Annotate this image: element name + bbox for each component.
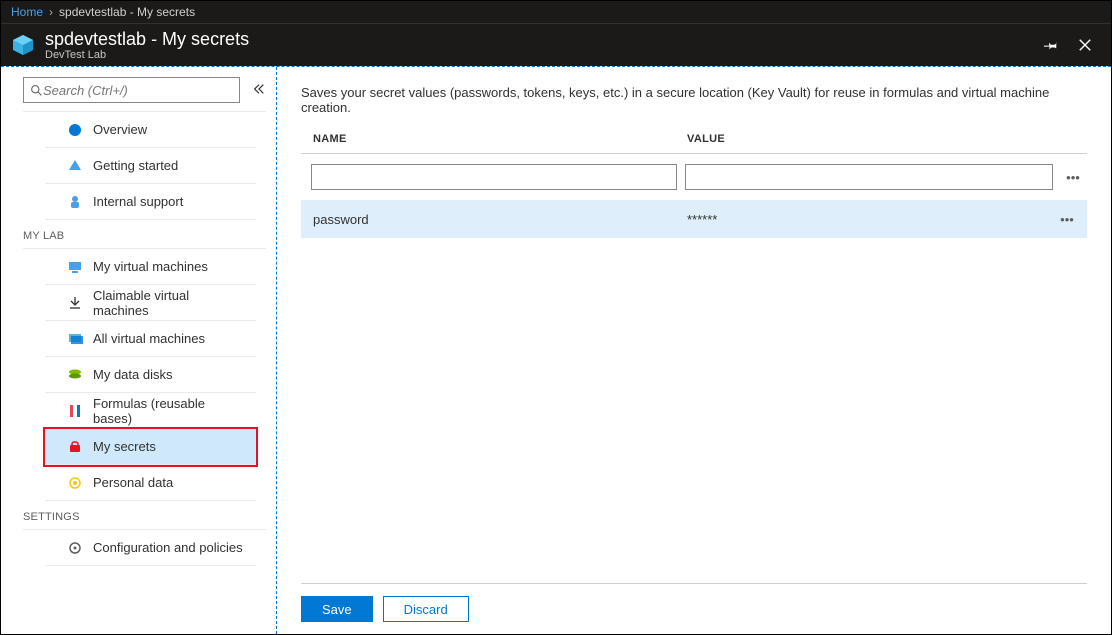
- new-secret-name-input[interactable]: [311, 164, 677, 190]
- breadcrumb-current: spdevtestlab - My secrets: [59, 5, 195, 19]
- sidebar-item-data-disks[interactable]: My data disks: [45, 357, 256, 393]
- sidebar-item-claimable-vms[interactable]: Claimable virtual machines: [45, 285, 256, 321]
- sidebar-item-label: My data disks: [93, 367, 172, 382]
- breadcrumb-home[interactable]: Home: [11, 5, 43, 19]
- sidebar-item-label: Formulas (reusable bases): [93, 396, 244, 426]
- sidebar-item-all-vms[interactable]: All virtual machines: [45, 321, 256, 357]
- discard-button[interactable]: Discard: [383, 596, 469, 622]
- sidebar-search[interactable]: [23, 77, 240, 103]
- column-name: NAME: [313, 133, 687, 145]
- new-secret-value-input[interactable]: [685, 164, 1053, 190]
- blade-header: spdevtestlab - My secrets DevTest Lab: [1, 23, 1111, 66]
- breadcrumb-separator: ›: [49, 5, 53, 19]
- main-content: Saves your secret values (passwords, tok…: [277, 67, 1111, 634]
- description-text: Saves your secret values (passwords, tok…: [301, 85, 1087, 115]
- vm-icon: [67, 259, 83, 275]
- sidebar-item-label: Configuration and policies: [93, 540, 243, 555]
- column-value: VALUE: [687, 133, 1055, 145]
- sidebar-item-label: Getting started: [93, 158, 178, 173]
- save-button[interactable]: Save: [301, 596, 373, 622]
- new-row-actions-icon[interactable]: •••: [1061, 170, 1085, 185]
- formulas-icon: [67, 403, 83, 419]
- personal-icon: [67, 475, 83, 491]
- overview-icon: [67, 122, 83, 138]
- sidebar-item-internal-support[interactable]: Internal support: [45, 184, 256, 220]
- sidebar-item-config-policies[interactable]: Configuration and policies: [45, 530, 256, 566]
- resource-icon: [11, 33, 35, 57]
- sidebar-item-label: Overview: [93, 122, 147, 137]
- secret-name: password: [313, 212, 687, 227]
- table-row[interactable]: password ****** •••: [301, 200, 1087, 238]
- sidebar-item-formulas[interactable]: Formulas (reusable bases): [45, 393, 256, 429]
- blade-subtitle: DevTest Lab: [45, 49, 1043, 61]
- breadcrumb-bar: Home › spdevtestlab - My secrets: [1, 1, 1111, 23]
- sidebar-item-label: Internal support: [93, 194, 183, 209]
- search-input[interactable]: [43, 83, 233, 98]
- table-header: NAME VALUE: [301, 133, 1087, 154]
- blade-title: spdevtestlab - My secrets: [45, 29, 1043, 49]
- secret-value: ******: [687, 212, 1055, 227]
- sidebar-item-getting-started[interactable]: Getting started: [45, 148, 256, 184]
- section-label-settings: SETTINGS: [1, 501, 276, 529]
- close-icon[interactable]: [1077, 37, 1093, 53]
- search-icon: [30, 84, 43, 97]
- config-icon: [67, 540, 83, 556]
- sidebar-item-label: Claimable virtual machines: [93, 288, 244, 318]
- sidebar-item-personal-data[interactable]: Personal data: [45, 465, 256, 501]
- disks-icon: [67, 367, 83, 383]
- claim-icon: [67, 295, 83, 311]
- sidebar-item-label: My secrets: [93, 439, 156, 454]
- sidebar-item-my-vms[interactable]: My virtual machines: [45, 249, 256, 285]
- sidebar-item-overview[interactable]: Overview: [45, 112, 256, 148]
- section-label-mylab: MY LAB: [1, 220, 276, 248]
- collapse-sidebar-icon[interactable]: [252, 82, 266, 99]
- secrets-icon: [67, 439, 83, 455]
- sidebar: Overview Getting started Internal suppor…: [1, 67, 277, 634]
- footer-actions: Save Discard: [301, 583, 1087, 622]
- row-actions-icon[interactable]: •••: [1055, 212, 1079, 227]
- getting-started-icon: [67, 158, 83, 174]
- sidebar-item-label: My virtual machines: [93, 259, 208, 274]
- sidebar-item-label: Personal data: [93, 475, 173, 490]
- new-secret-row: •••: [301, 154, 1087, 200]
- sidebar-item-my-secrets[interactable]: My secrets: [45, 429, 256, 465]
- pin-icon[interactable]: [1043, 37, 1059, 53]
- support-icon: [67, 194, 83, 210]
- sidebar-item-label: All virtual machines: [93, 331, 205, 346]
- all-vm-icon: [67, 331, 83, 347]
